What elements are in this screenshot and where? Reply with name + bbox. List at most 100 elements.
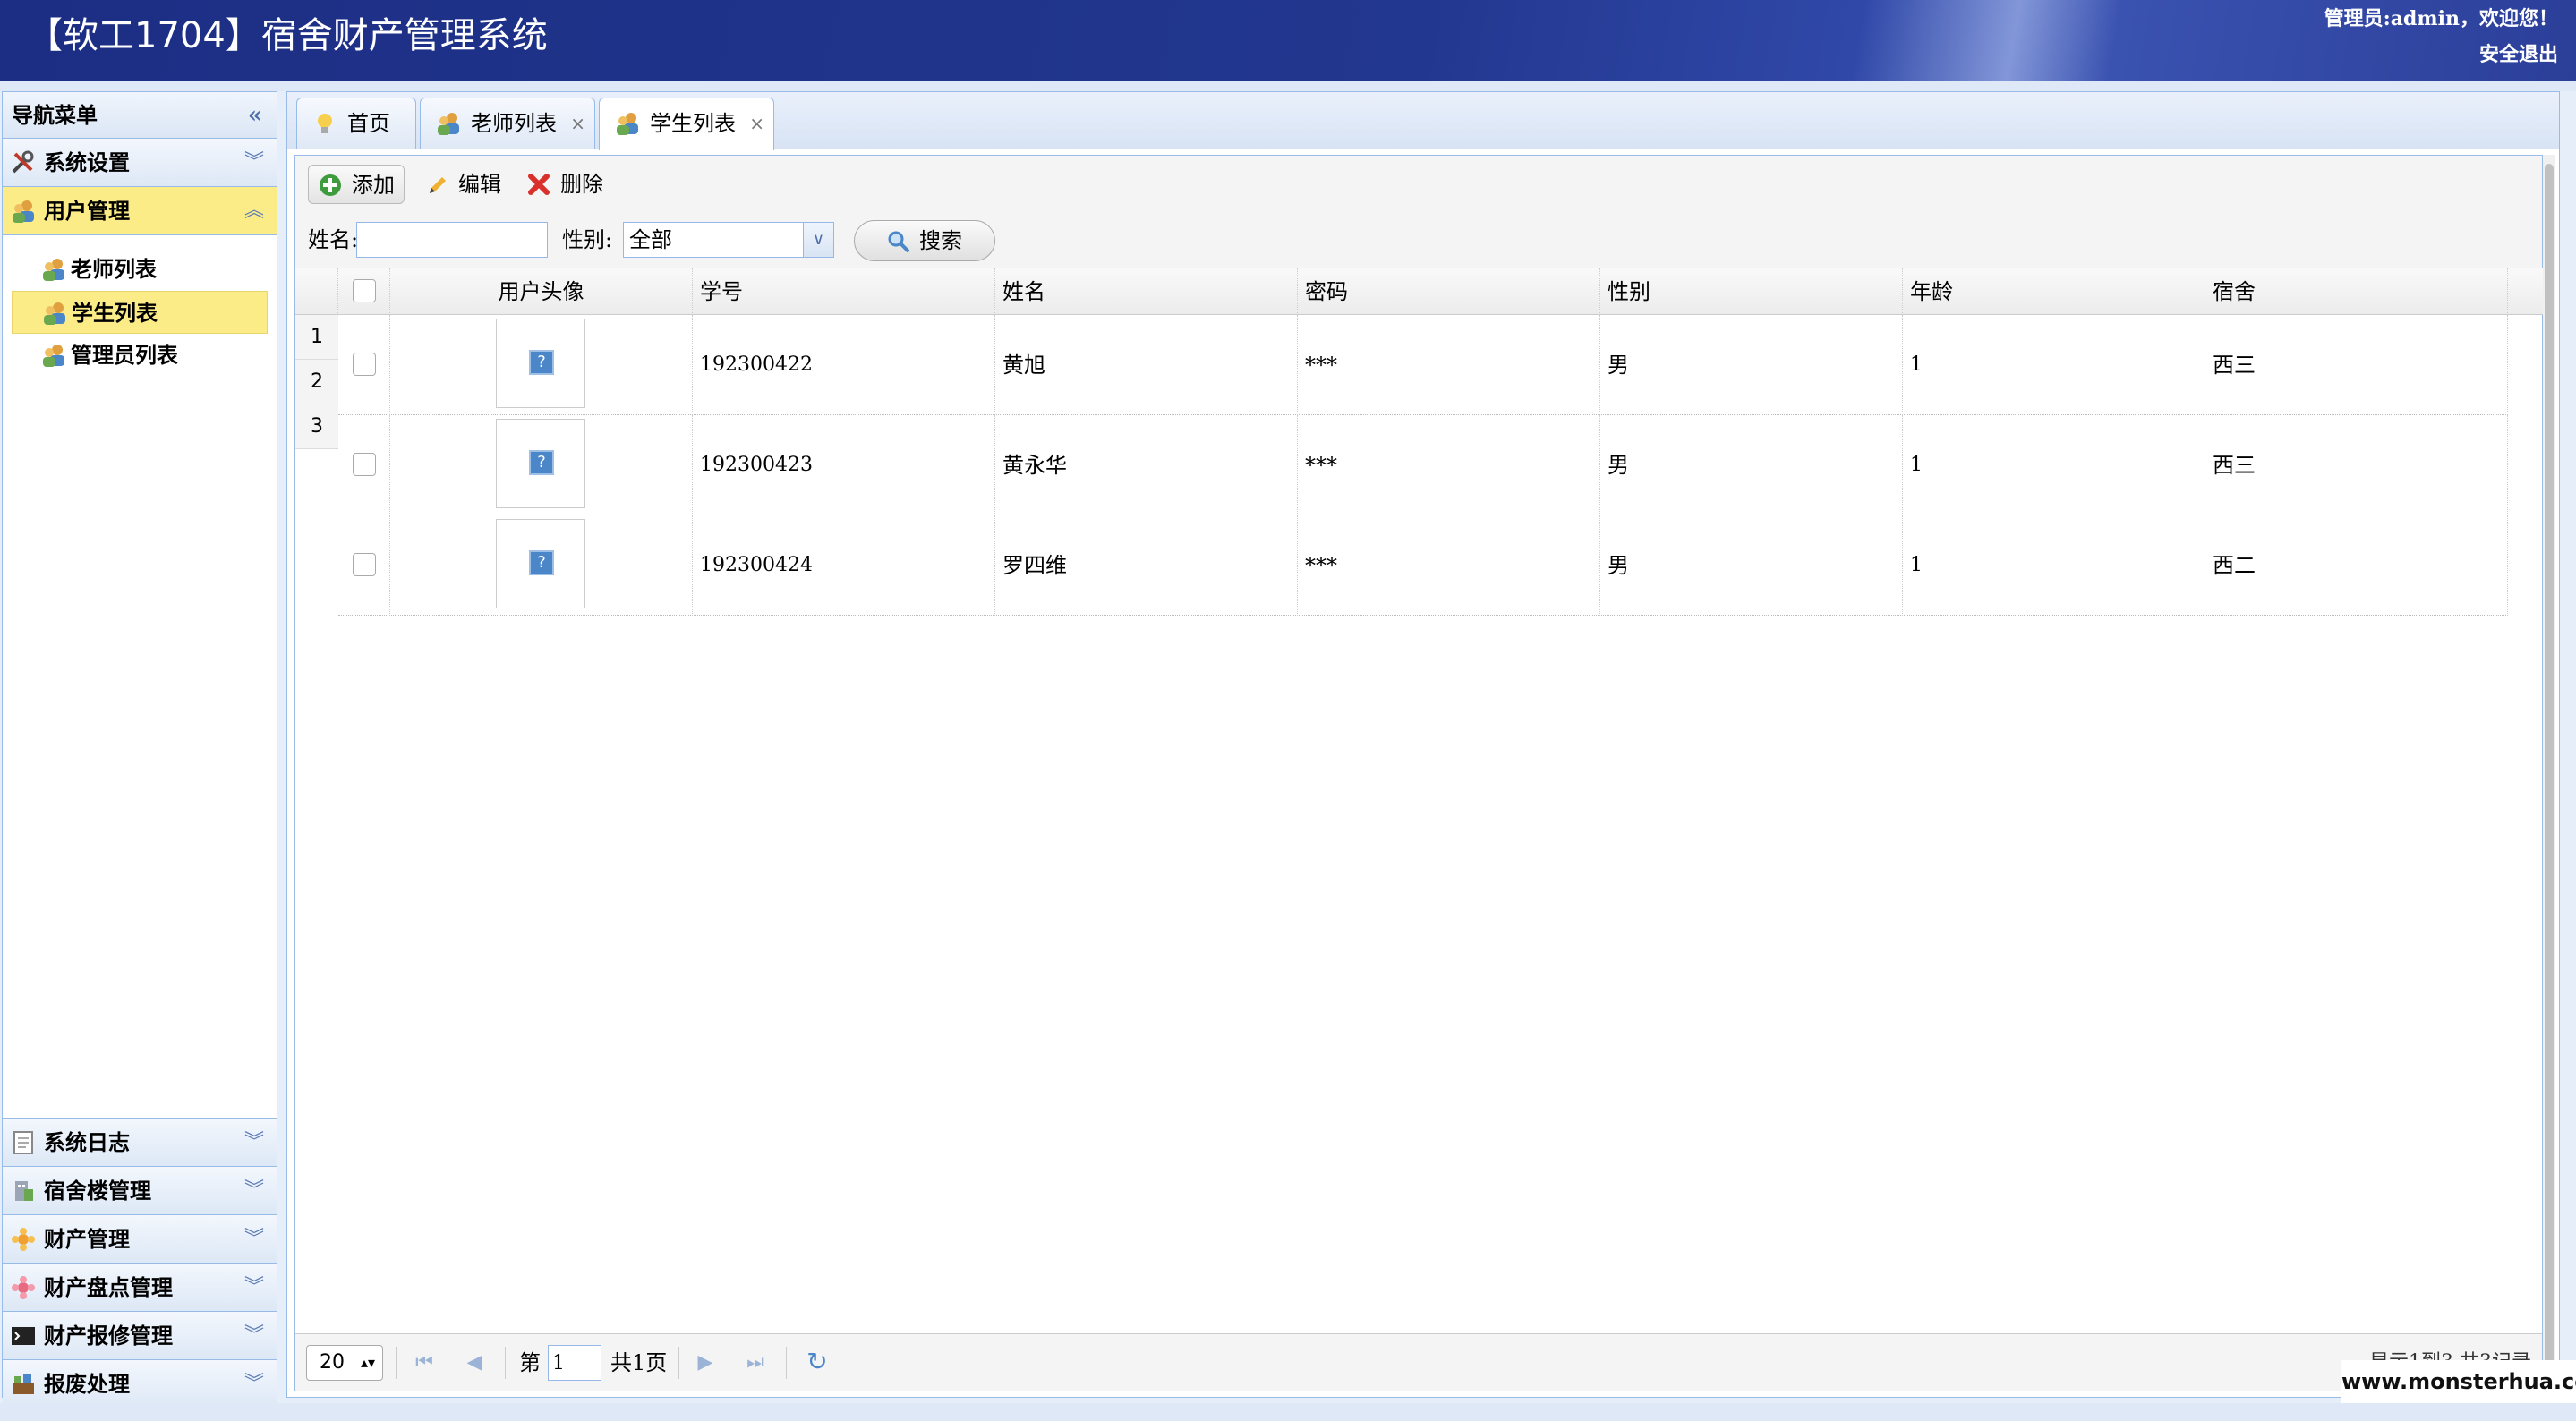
gender-label: 性别: — [562, 227, 613, 252]
col-avatar[interactable]: 用户头像 — [390, 268, 693, 315]
col-password[interactable]: 密码 — [1298, 268, 1600, 315]
row-checkbox-cell — [338, 315, 390, 415]
col-gender[interactable]: 性别 — [1600, 268, 1903, 315]
page-size-value: 20 — [320, 1351, 345, 1374]
sidebar-section-label: 财产盘点管理 — [44, 1274, 173, 1300]
sidebar-item-admin-list[interactable]: 管理员列表 — [12, 334, 268, 377]
rownumber-header — [295, 268, 338, 315]
gender-select[interactable]: 全部 ∨ — [623, 222, 834, 258]
user-management-tree: 老师列表 学生列表 管理员列表 — [3, 235, 277, 1119]
chevron-down-icon: ︾ — [243, 1179, 264, 1202]
cell-dorm: 西二 — [2205, 515, 2508, 616]
select-all-checkbox[interactable] — [353, 279, 376, 302]
pager-separator — [505, 1347, 506, 1379]
spinner-icon: ▴▾ — [360, 1354, 375, 1371]
sidebar-section-label: 报废处理 — [44, 1371, 130, 1397]
tree-item-label: 学生列表 — [72, 300, 158, 326]
row-checkbox[interactable] — [353, 553, 376, 576]
toolbar: 添加 编辑 删除 姓名: 性别: 全部 ∨ 搜索 — [295, 156, 2542, 268]
page-size-select[interactable]: 20 ▴▾ — [306, 1345, 383, 1381]
select-all-header — [338, 268, 390, 315]
cell-password: *** — [1298, 415, 1600, 515]
avatar: ? — [496, 419, 585, 508]
cell-student-id: 192300422 — [693, 315, 995, 415]
col-dorm[interactable]: 宿舍 — [2205, 268, 2508, 315]
users-icon — [43, 259, 64, 281]
sidebar-item-student-list[interactable]: 学生列表 — [12, 291, 268, 334]
pager-separator — [786, 1347, 787, 1379]
row-checkbox[interactable] — [353, 453, 376, 476]
chevron-down-icon[interactable]: ∨ — [803, 223, 833, 257]
table-row[interactable]: ? 192300422 黄旭 *** 男 1 西三 — [338, 315, 2508, 415]
tab-teacher-list[interactable]: 老师列表 × — [420, 98, 595, 149]
tab-student-list[interactable]: 学生列表 × — [599, 98, 774, 150]
tab-home[interactable]: 首页 — [296, 98, 416, 149]
nav-menu-title: 导航菜单 « — [3, 92, 277, 139]
page-number-input[interactable] — [548, 1345, 601, 1381]
tab-label: 首页 — [347, 111, 390, 136]
name-search-input[interactable] — [356, 222, 548, 258]
logout-link[interactable]: 安全退出 — [2479, 39, 2558, 70]
cell-age: 1 — [1903, 315, 2205, 415]
chevron-down-icon: ︾ — [243, 1373, 264, 1395]
table-row[interactable]: ? 192300424 罗四维 *** 男 1 西二 — [338, 515, 2508, 616]
users-icon — [44, 302, 65, 325]
sidebar-section-user-management[interactable]: 用户管理 ︽ — [3, 187, 277, 235]
chevron-down-icon: ︾ — [243, 1131, 264, 1153]
users-icon — [13, 200, 34, 223]
close-icon[interactable]: × — [749, 98, 764, 149]
first-page-icon[interactable]: ⏮ — [412, 1350, 437, 1375]
sidebar-section-dorm-building[interactable]: 宿舍楼管理 ︾ — [3, 1167, 277, 1215]
sidebar-section-asset-management[interactable]: 财产管理 ︾ — [3, 1215, 277, 1264]
row-checkbox-cell — [338, 515, 390, 616]
inventory-icon — [12, 1276, 35, 1299]
prev-page-icon[interactable]: ◀ — [462, 1350, 487, 1375]
scrollbar-thumb[interactable] — [2545, 164, 2554, 1372]
add-button[interactable]: 添加 — [308, 165, 405, 204]
tabs-bar: 首页 老师列表 × 学生列表 × — [287, 92, 2559, 150]
cell-name: 黄旭 — [995, 315, 1298, 415]
sidebar-item-teacher-list[interactable]: 老师列表 — [12, 248, 268, 291]
col-name[interactable]: 姓名 — [995, 268, 1298, 315]
search-button[interactable]: 搜索 — [854, 220, 995, 261]
add-button-label: 添加 — [352, 173, 395, 198]
chevron-down-icon: ︾ — [243, 1276, 264, 1298]
sidebar-section-system-settings[interactable]: 系统设置 ︾ — [3, 139, 277, 187]
cell-age: 1 — [1903, 515, 2205, 616]
collapse-left-icon[interactable]: « — [248, 92, 262, 139]
refresh-icon[interactable]: ↻ — [804, 1349, 831, 1375]
asset-icon — [12, 1228, 35, 1251]
sidebar-section-label: 财产报修管理 — [44, 1323, 173, 1349]
sidebar-section-label: 宿舍楼管理 — [44, 1178, 151, 1204]
vertical-scrollbar[interactable] — [2543, 155, 2555, 1390]
pagination-bar: 20 ▴▾ ⏮ ◀ 第 共1页 ▶ ⏭ ↻ 显示1到3,共3记录 — [295, 1333, 2542, 1391]
col-age[interactable]: 年龄 — [1903, 268, 2205, 315]
bottom-strip — [0, 1403, 2576, 1421]
col-student-id[interactable]: 学号 — [693, 268, 995, 315]
table-row[interactable]: ? 192300423 黄永华 *** 男 1 西三 — [338, 415, 2508, 515]
cell-name: 黄永华 — [995, 415, 1298, 515]
cell-dorm: 西三 — [2205, 315, 2508, 415]
sidebar-section-repair[interactable]: 财产报修管理 ︾ — [3, 1312, 277, 1360]
sidebar-section-system-log[interactable]: 系统日志 ︾ — [3, 1119, 277, 1167]
edit-button[interactable]: 编辑 — [415, 165, 510, 204]
avatar-cell: ? — [390, 515, 693, 616]
chevron-down-icon: ︾ — [243, 1324, 264, 1347]
next-page-icon[interactable]: ▶ — [693, 1350, 718, 1375]
close-icon[interactable]: × — [570, 98, 585, 149]
row-checkbox[interactable] — [353, 353, 376, 376]
row-number: 2 — [295, 360, 338, 404]
cell-name: 罗四维 — [995, 515, 1298, 616]
gender-selected-value: 全部 — [629, 227, 672, 252]
pager-separator — [396, 1347, 397, 1379]
sidebar-section-inventory[interactable]: 财产盘点管理 ︾ — [3, 1264, 277, 1312]
last-page-icon[interactable]: ⏭ — [743, 1350, 768, 1375]
sidebar-section-label: 用户管理 — [44, 198, 130, 224]
avatar: ? — [496, 519, 585, 608]
sidebar-section-scrap[interactable]: 报废处理 ︾ — [3, 1360, 277, 1408]
delete-button[interactable]: 删除 — [517, 165, 612, 204]
broken-image-icon: ? — [529, 550, 554, 575]
cell-gender: 男 — [1600, 415, 1903, 515]
avatar-cell: ? — [390, 315, 693, 415]
avatar-cell: ? — [390, 415, 693, 515]
